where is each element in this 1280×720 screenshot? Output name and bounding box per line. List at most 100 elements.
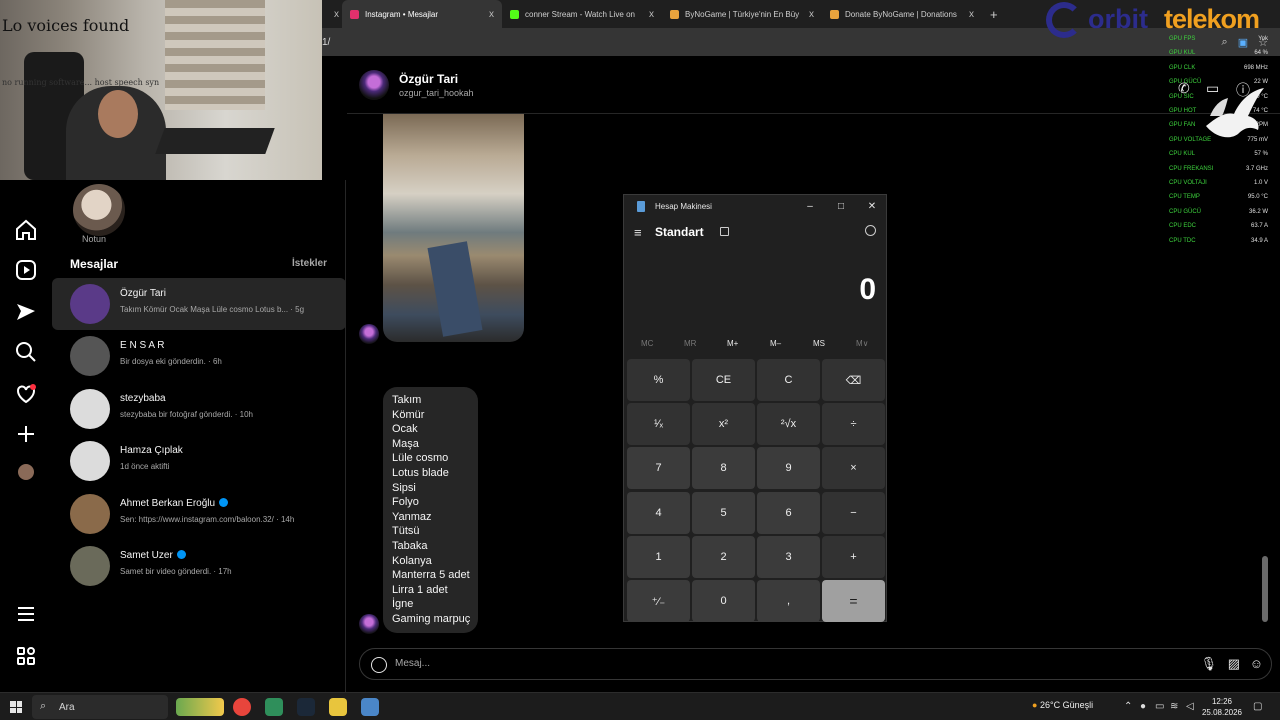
weather-widget[interactable]: ● 26°C Güneşli: [1032, 700, 1093, 710]
sticker-icon[interactable]: ☺: [1250, 656, 1263, 671]
chat-scrollbar[interactable]: [1262, 556, 1268, 622]
calculator-key[interactable]: ×: [822, 447, 885, 490]
tab-close-icon[interactable]: x: [969, 9, 974, 20]
more-menu-icon[interactable]: [14, 602, 38, 626]
message-bubble[interactable]: Takım Kömür Ocak Maşa Lüle cosmo Lotus blade S…: [383, 387, 478, 633]
conversation-item[interactable]: Hamza Çıplak 1d önce aktifti: [52, 435, 346, 487]
calculator-key[interactable]: ²√x: [757, 403, 820, 446]
wifi-icon[interactable]: ≋: [1170, 701, 1178, 712]
note-avatar[interactable]: [73, 184, 125, 236]
calculator-key[interactable]: 2: [692, 535, 755, 578]
history-icon[interactable]: [865, 225, 876, 236]
stat-label: CPU KUL: [1169, 151, 1196, 158]
tab-close-icon[interactable]: x: [649, 9, 654, 20]
dove-icon: [1206, 88, 1264, 138]
chat-avatar[interactable]: [359, 70, 389, 100]
conversation-avatar: [70, 493, 110, 534]
calculator-key[interactable]: C: [757, 359, 820, 401]
conversation-item[interactable]: stezybaba stezybaba bir fotoğraf gönderdi…: [52, 383, 346, 435]
shared-photo[interactable]: [383, 114, 524, 342]
start-button[interactable]: [10, 701, 22, 713]
memory-button[interactable]: MS: [813, 339, 825, 348]
calculator-key[interactable]: CE: [692, 359, 755, 401]
create-plus-icon[interactable]: [14, 422, 38, 446]
browser-tab[interactable]: ByNoGame | Türkiye'nin En Büy x: [662, 0, 822, 28]
emoji-icon[interactable]: [371, 657, 387, 673]
calculator-key[interactable]: 8: [692, 447, 755, 490]
search-icon: ⌕: [40, 700, 47, 712]
prev-tab-close[interactable]: x: [322, 0, 342, 28]
reels-icon[interactable]: [14, 258, 38, 282]
memory-button[interactable]: M+: [727, 339, 738, 348]
browser-tab[interactable]: Donate ByNoGame | Donations x: [822, 0, 982, 28]
message-composer[interactable]: Mesaj... 🎙 ▨ ☺: [359, 648, 1272, 680]
conversation-item[interactable]: Samet Uzer Samet bir video gönderdi. · 17…: [52, 540, 346, 592]
volume-icon[interactable]: ◁: [1186, 701, 1194, 712]
conversation-item[interactable]: Ahmet Berkan Eroğlu Sen: https://www.inst…: [52, 488, 346, 540]
voice-call-icon[interactable]: ✆: [1178, 80, 1190, 97]
calculator-key[interactable]: 4: [627, 491, 690, 534]
kick-icon[interactable]: [329, 698, 347, 716]
calculator-key[interactable]: 3: [757, 535, 820, 578]
calculator-titlebar[interactable]: Hesap Makinesi – □ ✕: [624, 195, 888, 219]
chrome-icon[interactable]: [233, 698, 251, 716]
minimize-button[interactable]: –: [801, 199, 819, 215]
search-icon[interactable]: [14, 340, 38, 364]
close-button[interactable]: ✕: [863, 199, 881, 215]
calculator-key[interactable]: +: [822, 535, 885, 578]
keep-on-top-icon[interactable]: [720, 227, 729, 236]
requests-link[interactable]: İstekler: [292, 258, 327, 269]
maximize-button[interactable]: □: [832, 199, 850, 215]
widget-icon[interactable]: [176, 698, 224, 716]
memory-button[interactable]: MC: [641, 339, 653, 348]
browser-tab[interactable]: Instagram • Mesajlar x: [342, 0, 502, 28]
browser-tab[interactable]: conner Stream - Watch Live on x: [502, 0, 662, 28]
home-icon[interactable]: [14, 218, 38, 242]
chat-contact-name[interactable]: Özgür Tari: [399, 72, 458, 86]
steam-icon[interactable]: [297, 698, 315, 716]
calculator-key[interactable]: 9: [757, 447, 820, 490]
calculator-key[interactable]: 1: [627, 535, 690, 578]
calculator-key[interactable]: 0: [692, 580, 755, 622]
stat-value: 64 %: [1254, 50, 1268, 57]
memory-button[interactable]: M∨: [856, 339, 869, 348]
network-icon[interactable]: ▭: [1155, 701, 1164, 712]
tab-close-icon[interactable]: x: [809, 9, 814, 20]
microphone-icon[interactable]: 🎙: [1200, 656, 1217, 672]
calculator-key[interactable]: 6: [757, 491, 820, 534]
notification-icon[interactable]: ▢: [1253, 701, 1262, 712]
calculator-key[interactable]: ÷: [822, 403, 885, 446]
conversation-item[interactable]: Özgür Tari Takım Kömür Ocak Maşa Lüle cos…: [52, 278, 346, 330]
calculator-key[interactable]: ⌫: [822, 359, 885, 401]
taskbar-search[interactable]: ⌕ Ara: [32, 695, 168, 719]
notifications-heart-icon[interactable]: [14, 382, 38, 406]
memory-button[interactable]: MR: [684, 339, 696, 348]
new-tab-button[interactable]: +: [982, 0, 1006, 28]
apps-grid-icon[interactable]: [14, 644, 38, 668]
webcam-caption-text: no running software... host speech syn: [2, 78, 160, 87]
excel-icon[interactable]: [265, 698, 283, 716]
clock-time: 12:26: [1211, 697, 1233, 706]
calculator-key[interactable]: 5: [692, 491, 755, 534]
calculator-key[interactable]: −: [822, 491, 885, 534]
calculator-key[interactable]: %: [627, 359, 690, 401]
calculator-key[interactable]: =: [822, 580, 885, 622]
calculator-key[interactable]: ¹⁄ₓ: [627, 403, 690, 446]
calculator-key[interactable]: x²: [692, 403, 755, 446]
memory-button[interactable]: M–: [770, 339, 781, 348]
hamburger-menu-icon[interactable]: ≡: [634, 225, 642, 240]
conversation-name: E N S A R: [120, 340, 165, 352]
direct-messages-icon[interactable]: [14, 300, 38, 324]
calculator-key[interactable]: ⁺⁄₋: [627, 580, 690, 622]
stat-row: CPU TEMP 95.0 °C: [1169, 194, 1272, 207]
clock[interactable]: 12:26 25.08.2026: [1200, 696, 1244, 718]
profile-avatar[interactable]: [18, 464, 34, 480]
calculator-icon[interactable]: [361, 698, 379, 716]
calculator-key[interactable]: ,: [757, 580, 820, 622]
conversation-item[interactable]: E N S A R Bir dosya eki gönderdin. · 6h: [52, 330, 346, 382]
image-upload-icon[interactable]: ▨: [1228, 656, 1240, 672]
tab-close-icon[interactable]: x: [489, 9, 494, 20]
calculator-key[interactable]: 7: [627, 447, 690, 490]
tray-overflow-icon[interactable]: ⌃: [1124, 701, 1132, 712]
microphone-tray-icon[interactable]: ●: [1140, 701, 1146, 712]
